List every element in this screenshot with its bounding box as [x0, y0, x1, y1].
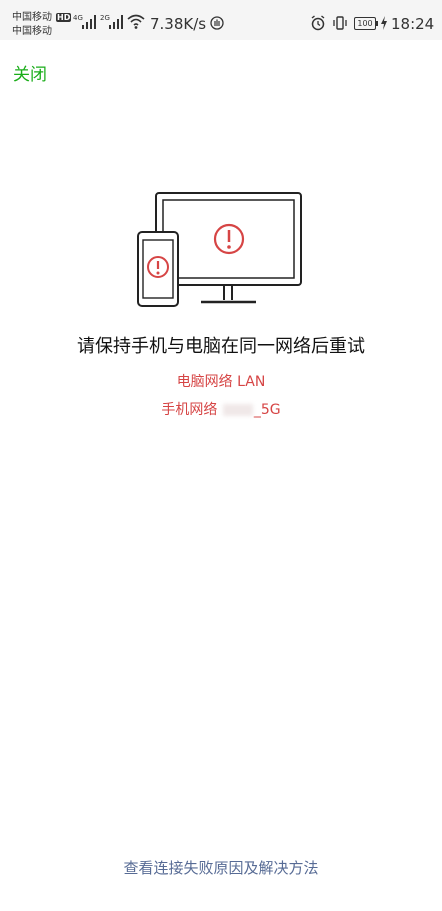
close-button[interactable]: 关闭 [13, 60, 47, 85]
signal-strength-icon [109, 15, 123, 29]
pc-network-info: 电脑网络 LAN [176, 374, 266, 390]
carrier-1: 中国移动 [12, 12, 52, 23]
phone-network-suffix: _5G [253, 402, 281, 418]
redacted-network-name [222, 404, 253, 416]
alarm-icon [311, 15, 325, 31]
connection-error-illustration [137, 192, 302, 307]
hand-icon [210, 16, 224, 30]
connection-help-link[interactable]: 查看连接失败原因及解决方法 [0, 857, 442, 878]
vibrate-icon [333, 16, 347, 30]
carrier-2: 中国移动 [12, 26, 52, 37]
hd-badge: HD [56, 13, 72, 22]
page: 中国移动 中国移动 HD 4G 2G 7.38K/s 100 18:24 关闭 … [0, 0, 442, 911]
charging-icon [381, 16, 387, 30]
clock: 18:24 [391, 15, 435, 33]
phone-network-info: 手机网络 _5G [0, 399, 442, 419]
retry-message: 请保持手机与电脑在同一网络后重试 [77, 336, 365, 357]
phone-network-prefix: 手机网络 [161, 402, 222, 418]
status-bar: 中国移动 中国移动 HD 4G 2G 7.38K/s 100 18:24 [0, 0, 442, 40]
wifi-icon [127, 14, 145, 29]
signal-strength-icon [82, 15, 96, 29]
battery-level: 100 [354, 17, 378, 30]
network-speed: 7.38K/s [150, 15, 207, 33]
phone-icon [137, 231, 179, 307]
